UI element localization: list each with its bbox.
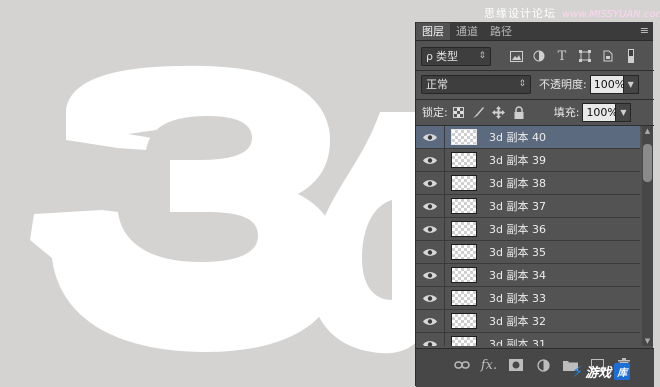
filter-toggle-icon[interactable] (624, 49, 638, 63)
opacity-label: 不透明度: (539, 78, 587, 91)
tab-layers[interactable]: 图层 (416, 23, 450, 40)
lock-label: 锁定: (422, 106, 448, 119)
filter-kind-label: 类型 (435, 50, 458, 63)
fill-dropdown[interactable]: ▼ (616, 102, 632, 122)
watermark-url: www.MISSYUAN.com (562, 9, 660, 20)
blend-mode-value: 正常 (426, 78, 448, 91)
lock-row: 锁定: 填充: 100% ▼ (416, 100, 654, 124)
panel-menu-icon[interactable]: ≡ (640, 24, 649, 37)
layer-name[interactable]: 3d 副本 39 (489, 152, 546, 168)
visibility-eye-icon[interactable] (416, 126, 445, 148)
visibility-eye-icon[interactable] (416, 264, 445, 286)
layer-name[interactable]: 3d 副本 35 (489, 244, 546, 260)
layer-name[interactable]: 3d 副本 33 (489, 290, 546, 306)
layer-thumbnail[interactable] (451, 129, 477, 145)
adjustment-filter-icon[interactable] (532, 49, 546, 63)
visibility-eye-icon[interactable] (416, 172, 445, 194)
visibility-eye-icon[interactable] (416, 218, 445, 240)
chevron-updown-icon: ⇕ (518, 79, 526, 89)
smart-object-filter-icon[interactable] (601, 49, 615, 63)
image-filter-icon[interactable] (509, 49, 523, 63)
layer-name[interactable]: 3d 副本 31 (489, 336, 546, 346)
layer-list-scrollbar[interactable]: ▲ ▼ (642, 126, 653, 346)
visibility-eye-icon[interactable] (416, 241, 445, 263)
layer-name[interactable]: 3d 副本 40 (489, 129, 546, 145)
watermark-badge-box: 库 (614, 362, 631, 380)
filter-row: ρ 类型 ⇕ T (416, 44, 654, 68)
layer-thumbnail[interactable] (451, 267, 477, 283)
layer-name[interactable]: 3d 副本 32 (489, 313, 546, 329)
visibility-eye-icon[interactable] (416, 287, 445, 309)
visibility-eye-icon[interactable] (416, 333, 445, 346)
layer-thumbnail[interactable] (451, 244, 477, 260)
lock-transparent-pixels-icon[interactable] (452, 105, 466, 119)
tab-channels[interactable]: 通道 (450, 23, 484, 40)
layer-thumbnail[interactable] (451, 290, 477, 306)
scrollbar-thumb[interactable] (643, 144, 652, 182)
lock-image-pixels-icon[interactable] (472, 105, 486, 119)
search-icon: ρ (426, 49, 433, 63)
lightning-icon: ⚡ (572, 361, 584, 381)
shape-filter-icon[interactable] (578, 49, 592, 63)
fill-label: 填充: (553, 106, 580, 119)
layer-row[interactable]: 3d 副本 36 (416, 218, 640, 241)
visibility-eye-icon[interactable] (416, 149, 445, 171)
visibility-eye-icon[interactable] (416, 195, 445, 217)
layer-name[interactable]: 3d 副本 34 (489, 267, 546, 283)
chevron-down-icon: ▼ (627, 79, 634, 89)
fill-input[interactable]: 100% (582, 102, 618, 122)
layer-row[interactable]: 3d 副本 40 (416, 126, 640, 149)
blend-mode-select[interactable]: 正常 ⇕ (421, 74, 531, 94)
layer-list: 3d 副本 40 3d 副本 39 3d 副本 38 3d 副本 37 3d 副本 36… (416, 126, 640, 346)
divider (416, 70, 654, 71)
filter-icons: T (509, 49, 638, 64)
link-layers-icon[interactable] (454, 357, 470, 373)
opacity-input[interactable]: 100% (589, 74, 625, 94)
lock-all-icon[interactable] (512, 105, 526, 119)
watermark-badge-text: 游戏 (585, 365, 612, 381)
scroll-down-arrow-icon[interactable]: ▼ (642, 336, 653, 346)
opacity-dropdown[interactable]: ▼ (623, 74, 639, 94)
watermark-top: 思缘设计论坛 www.MISSYUAN.com (484, 5, 660, 21)
layer-thumbnail[interactable] (451, 198, 477, 214)
type-filter-icon[interactable]: T (555, 49, 569, 64)
layer-name[interactable]: 3d 副本 37 (489, 198, 546, 214)
artwork-digit-3 (30, 65, 340, 352)
layer-row[interactable]: 3d 副本 33 (416, 287, 640, 310)
filter-kind-select[interactable]: ρ 类型 ⇕ (421, 46, 491, 66)
layer-row[interactable]: 3d 副本 38 (416, 172, 640, 195)
layer-row[interactable]: 3d 副本 39 (416, 149, 640, 172)
layer-row[interactable]: 3d 副本 35 (416, 241, 640, 264)
layer-name[interactable]: 3d 副本 38 (489, 175, 546, 191)
layer-name[interactable]: 3d 副本 36 (489, 221, 546, 237)
layer-thumbnail[interactable] (451, 152, 477, 168)
layer-thumbnail[interactable] (451, 175, 477, 191)
panel-tabs: 图层 通道 路径 ≡ (416, 22, 653, 41)
layer-row[interactable]: 3d 副本 37 (416, 195, 640, 218)
add-mask-icon[interactable] (508, 357, 524, 373)
layer-thumbnail[interactable] (451, 221, 477, 237)
lock-position-icon[interactable] (492, 105, 506, 119)
tab-paths[interactable]: 路径 (484, 23, 518, 40)
fx-icon[interactable]: fx. (481, 357, 497, 373)
visibility-eye-icon[interactable] (416, 310, 445, 332)
watermark-badge: ⚡ 游戏 库 (572, 358, 658, 384)
chevron-down-icon: ▼ (620, 107, 627, 117)
blend-row: 正常 ⇕ 不透明度: 100% ▼ (416, 72, 654, 96)
layer-row[interactable]: 3d 副本 34 (416, 264, 640, 287)
layers-panel: 图层 通道 路径 ≡ ρ 类型 ⇕ T 正常 ⇕ 不透明度: 100% ▼ 锁定… (415, 22, 654, 387)
scroll-up-arrow-icon[interactable]: ▲ (642, 126, 653, 136)
layer-thumbnail[interactable] (451, 336, 477, 346)
watermark-text: 思缘设计论坛 (484, 7, 556, 20)
chevron-updown-icon: ⇕ (478, 51, 486, 61)
adjustment-layer-icon[interactable] (535, 357, 551, 373)
layer-row[interactable]: 3d 副本 31 (416, 333, 640, 346)
layer-thumbnail[interactable] (451, 313, 477, 329)
layer-row[interactable]: 3d 副本 32 (416, 310, 640, 333)
